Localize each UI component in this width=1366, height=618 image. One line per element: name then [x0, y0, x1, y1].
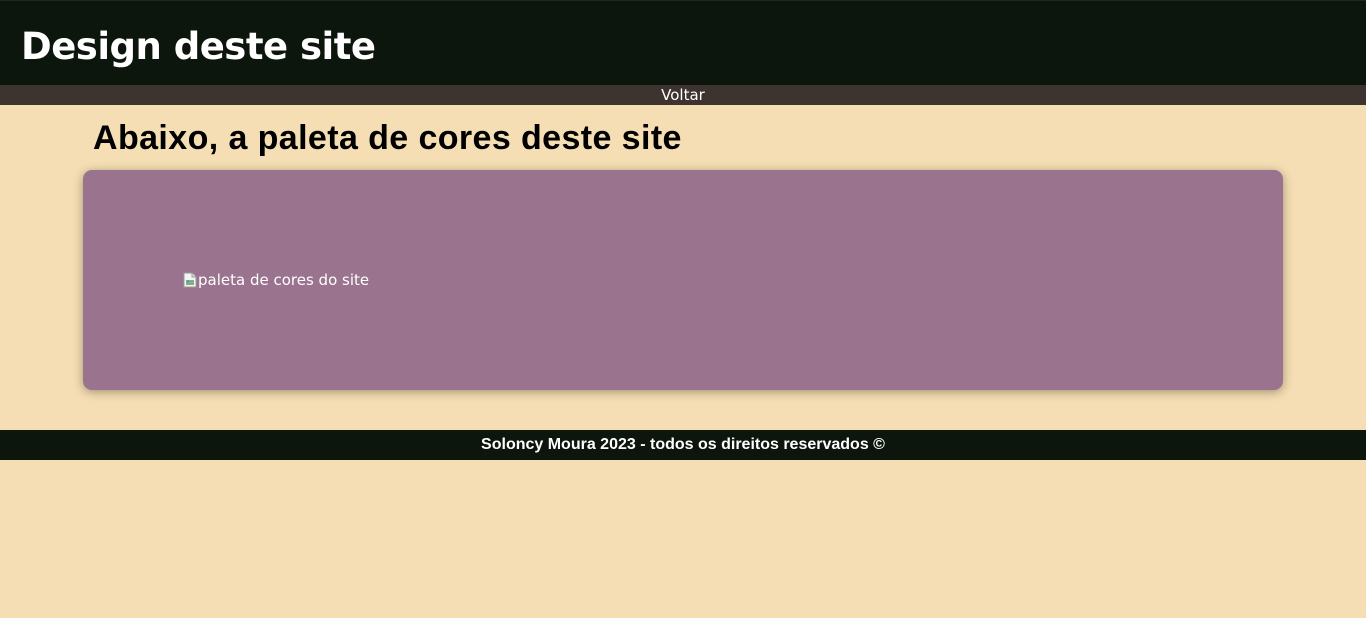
palette-image-alt-text: paleta de cores do site — [198, 271, 370, 289]
back-link[interactable]: Voltar — [661, 85, 705, 105]
section-title: Abaixo, a paleta de cores deste site — [93, 119, 682, 157]
palette-image: paleta de cores do site — [183, 270, 369, 290]
site-footer: Soloncy Moura 2023 - todos os direitos r… — [0, 430, 1366, 460]
back-nav-bar: Voltar — [0, 85, 1366, 105]
broken-image-icon — [183, 272, 197, 288]
footer-copyright: Soloncy Moura 2023 - todos os direitos r… — [481, 436, 885, 453]
page-title: Design deste site — [21, 25, 376, 68]
palette-card: paleta de cores do site — [83, 170, 1283, 390]
site-header: Design deste site — [0, 0, 1366, 85]
